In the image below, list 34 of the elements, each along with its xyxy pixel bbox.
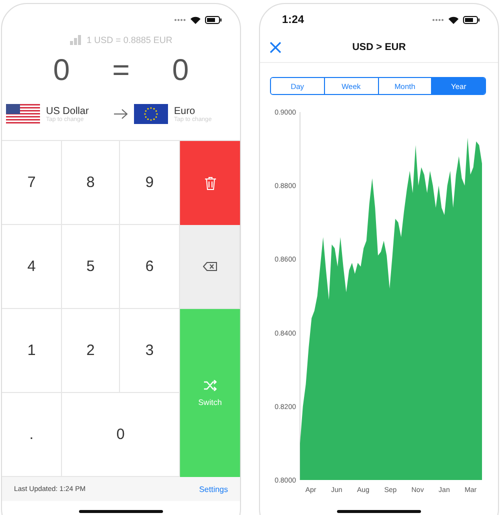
keypad-key[interactable]: 0 [62,393,180,477]
keypad-key[interactable]: . [2,393,62,477]
keypad-key[interactable]: 4 [2,225,62,309]
currency-name[interactable]: Euro [174,106,212,116]
keypad-key[interactable]: 3 [120,309,180,393]
us-flag-icon[interactable] [6,104,40,124]
eu-flag-icon[interactable] [134,104,168,124]
currency-name[interactable]: US Dollar [46,106,89,116]
wifi-icon [448,16,459,24]
trash-icon [204,176,216,190]
amount-to: 0 [172,54,189,88]
battery-icon [205,16,222,24]
screen-title: USD > EUR [352,42,406,52]
shuffle-icon [204,380,216,390]
backspace-icon [202,262,216,271]
status-time: 1:24 [282,14,304,26]
keypad-key[interactable]: 6 [120,225,180,309]
exchange-rate: 1 USD = 0.8885 EUR [86,35,172,45]
keypad-key[interactable]: 9 [120,141,180,225]
arrow-icon [114,109,128,119]
signal-icon [174,18,186,22]
keypad-key[interactable]: 8 [62,141,120,225]
amount-from: 0 [53,54,70,88]
bar-chart-icon [70,35,82,45]
signal-icon [432,18,444,22]
battery-icon [463,16,480,24]
equals-sign: = [112,54,130,88]
keypad-key[interactable]: 2 [62,309,120,393]
keypad-key[interactable]: 5 [62,225,120,309]
settings-link[interactable]: Settings [199,484,228,494]
keypad-key[interactable]: 1 [2,309,62,393]
close-icon[interactable] [270,42,281,53]
wifi-icon [190,16,201,24]
keypad-key[interactable]: 7 [2,141,62,225]
